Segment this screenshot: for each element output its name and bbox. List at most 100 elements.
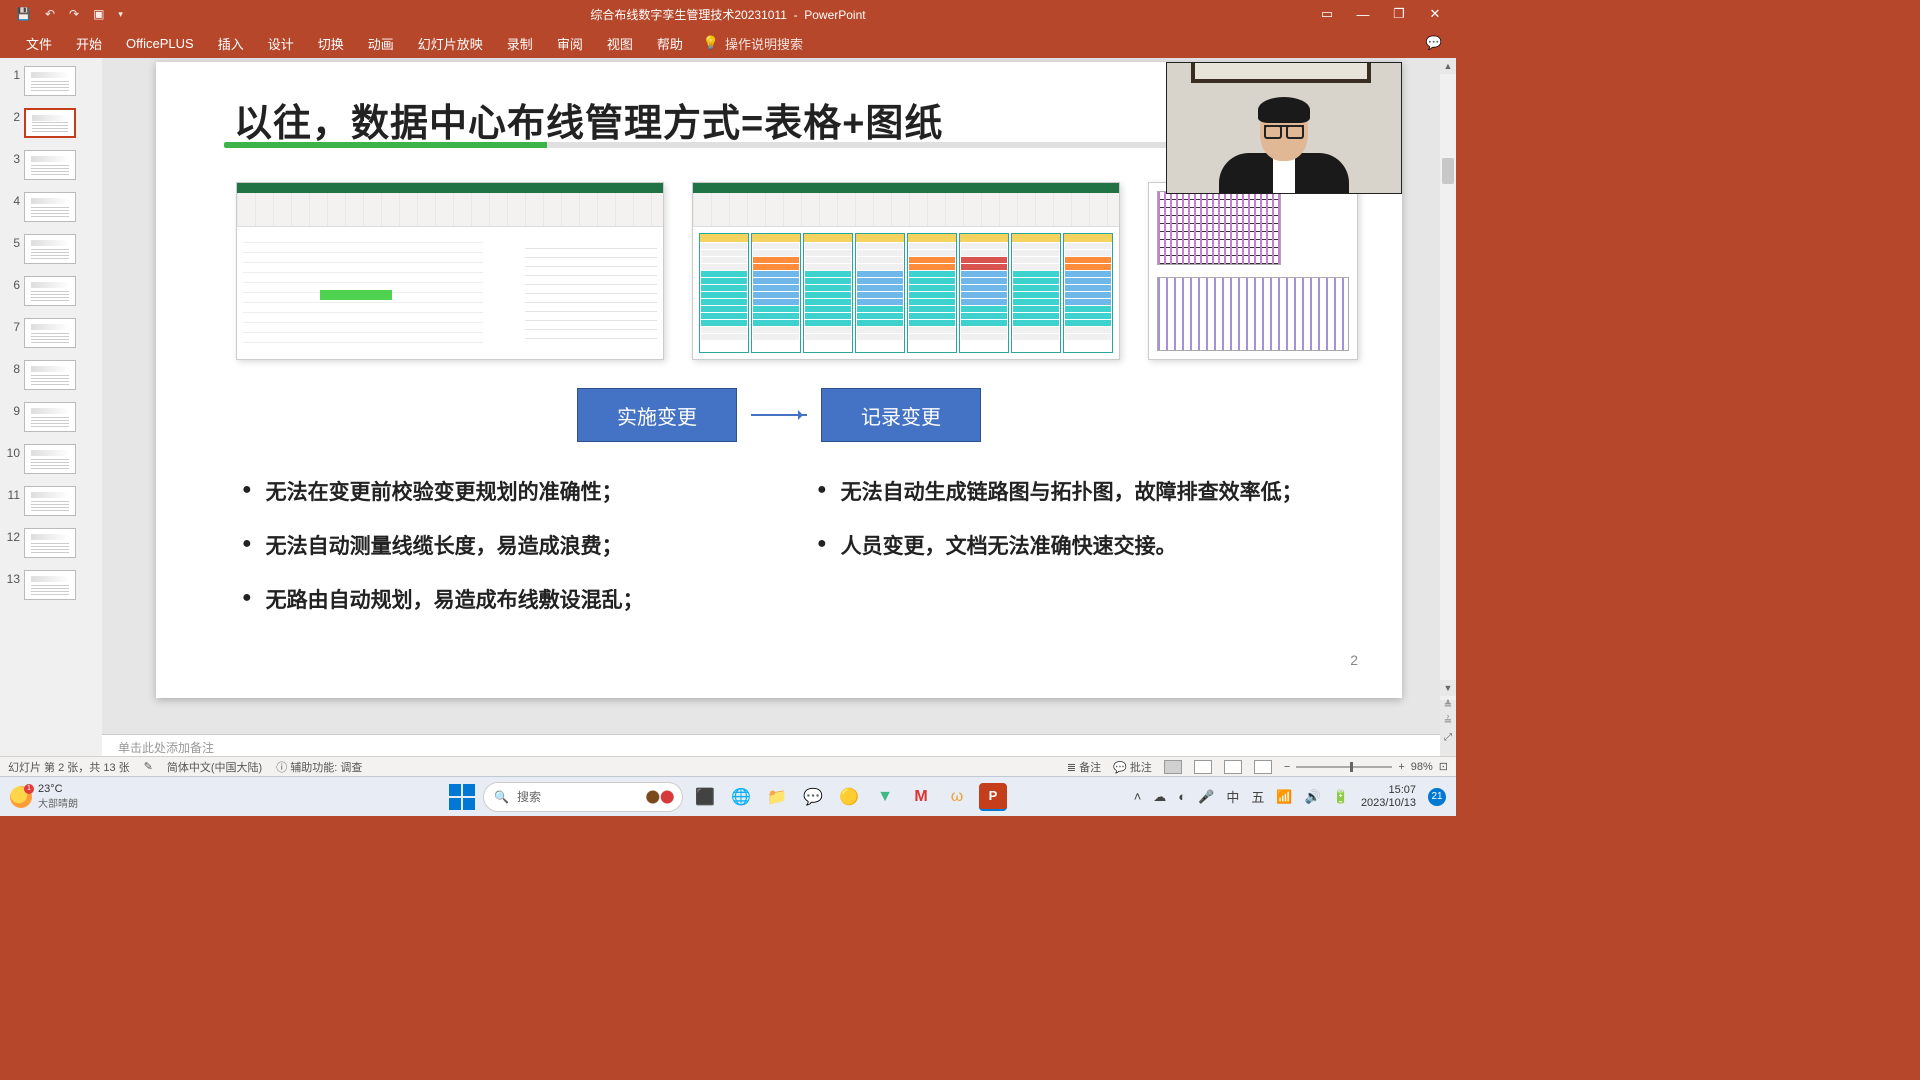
tab-file[interactable]: 文件 [14,28,64,59]
powerpoint-icon[interactable]: P [979,783,1007,811]
zoom-in-button[interactable]: + [1398,761,1404,773]
save-icon[interactable]: 💾 [16,7,31,21]
scroll-thumb[interactable] [1442,158,1454,184]
wechat-icon[interactable]: 💬 [799,783,827,811]
next-slide-icon[interactable]: ≟ [1440,716,1456,732]
status-accessibility[interactable]: ⓘ 辅助功能: 调查 [276,759,362,775]
sorter-view-button[interactable] [1194,760,1212,774]
tab-record[interactable]: 录制 [495,28,545,59]
thumbnail-slide-3[interactable]: 3 [0,148,102,190]
thumbnail-slide-13[interactable]: 13 [0,568,102,610]
thumb-number: 10 [4,444,24,460]
tray-chevron-icon[interactable]: ˄ [1134,789,1142,804]
prev-slide-icon[interactable]: ≜ [1440,700,1456,716]
tab-review[interactable]: 审阅 [545,28,595,59]
comments-pane-icon[interactable]: 💬 [1426,35,1442,51]
tab-home[interactable]: 开始 [64,28,114,59]
minimize-button[interactable]: — [1348,7,1378,22]
vertical-scrollbar[interactable]: ▲ ▼ ≜ ≟ ⤢ [1440,58,1456,756]
flow-box-record[interactable]: 记录变更 [821,388,981,442]
thumbnail-slide-11[interactable]: 11 [0,484,102,526]
normal-view-button[interactable] [1164,760,1182,774]
bullets-right: 无法自动生成链路图与拓扑图，故障排查效率低； 人员变更，文档无法准确快速交接。 [817,476,1342,638]
slide-title[interactable]: 以往，数据中心布线管理方式=表格+图纸 [234,92,943,147]
slide[interactable]: 以往，数据中心布线管理方式=表格+图纸 实 [156,62,1402,698]
slideshow-from-start-icon[interactable]: ▣ [93,7,104,21]
zoom-level[interactable]: 98% [1411,761,1433,773]
explorer-icon[interactable]: 📁 [763,783,791,811]
spellcheck-icon[interactable]: ✎ [144,760,153,773]
tab-design[interactable]: 设计 [256,28,306,59]
notes-pane[interactable]: 单击此处添加备注 [102,734,1456,756]
chrome-icon[interactable]: 🟡 [835,783,863,811]
weather-desc: 大部晴朗 [38,795,78,810]
fit-window-button[interactable]: ⊡ [1439,760,1448,773]
microphone-icon[interactable]: 🎤 [1198,789,1214,805]
tab-slideshow[interactable]: 幻灯片放映 [406,28,495,59]
tab-insert[interactable]: 插入 [206,28,256,59]
taskbar-search[interactable]: 🔍 搜索 [483,782,683,812]
maximize-button[interactable]: ❐ [1384,6,1414,22]
slideshow-view-button[interactable] [1254,760,1272,774]
tell-me-search[interactable]: 💡 操作说明搜索 [703,34,803,53]
slide-thumbnails-pane[interactable]: 12345678910111213 [0,58,102,756]
qat-more-icon[interactable]: ▾ [118,9,123,20]
battery-icon[interactable]: 🔋 [1333,789,1349,805]
tab-view[interactable]: 视图 [595,28,645,59]
taskbar-clock[interactable]: 15:07 2023/10/13 [1361,784,1416,808]
webcam-overlay[interactable] [1166,62,1402,194]
wifi-icon[interactable]: 📶 [1276,789,1292,805]
reading-view-button[interactable] [1224,760,1242,774]
status-language[interactable]: 简体中文(中国大陆) [167,759,262,775]
excel-racks-screenshot[interactable] [692,182,1120,360]
thumbnail-slide-10[interactable]: 10 [0,442,102,484]
notification-badge[interactable]: 21 [1428,788,1446,806]
close-button[interactable]: ✕ [1420,6,1450,22]
thumbnail-slide-7[interactable]: 7 [0,316,102,358]
thumbnail-slide-5[interactable]: 5 [0,232,102,274]
undo-icon[interactable]: ↶ [45,7,55,21]
slide-page-number: 2 [1350,652,1358,668]
notes-button[interactable]: ≣ 备注 [1067,759,1101,775]
start-button[interactable] [449,784,475,810]
fit-icon[interactable]: ⤢ [1440,732,1456,748]
app-w-icon[interactable]: ω [943,783,971,811]
taskview-icon[interactable]: ⬛ [691,783,719,811]
excel-table-screenshot[interactable] [236,182,664,360]
app-m-icon[interactable]: M [907,783,935,811]
ime-layout-icon[interactable]: 五 [1251,787,1264,806]
onedrive-icon[interactable]: ☁ [1153,789,1166,805]
slide-canvas[interactable]: 以往，数据中心布线管理方式=表格+图纸 实 [102,58,1456,734]
thumbnail-slide-8[interactable]: 8 [0,358,102,400]
zoom-slider[interactable] [1296,766,1392,768]
ime-mode-icon[interactable]: 中 [1226,787,1239,806]
tab-help[interactable]: 帮助 [645,28,695,59]
tray-app-icon[interactable]: ◐ [1178,789,1186,804]
flow-row: 实施变更 记录变更 [577,388,981,442]
volume-icon[interactable]: 🔊 [1305,789,1321,805]
taskbar-weather[interactable]: 1 23°C 大部晴朗 [0,783,78,810]
comments-button[interactable]: 💬 批注 [1113,759,1152,775]
bullets-left: 无法在变更前校验变更规划的准确性； 无法自动测量线缆长度，易造成浪费； 无路由自… [242,476,767,638]
thumbnail-slide-12[interactable]: 12 [0,526,102,568]
thumbnail-slide-6[interactable]: 6 [0,274,102,316]
edge-icon[interactable]: 🌐 [727,783,755,811]
scroll-down-icon[interactable]: ▼ [1440,680,1456,696]
scroll-up-icon[interactable]: ▲ [1440,58,1456,74]
cad-floorplan-screenshot[interactable] [1148,182,1358,360]
thumbnail-slide-4[interactable]: 4 [0,190,102,232]
tab-officeplus[interactable]: OfficePLUS [114,30,206,57]
thumbnail-slide-1[interactable]: 1 [0,64,102,106]
redo-icon[interactable]: ↷ [69,7,79,21]
bullets-area[interactable]: 无法在变更前校验变更规划的准确性； 无法自动测量线缆长度，易造成浪费； 无路由自… [242,476,1342,638]
tab-animation[interactable]: 动画 [356,28,406,59]
thumbnail-slide-9[interactable]: 9 [0,400,102,442]
screenshot-row [236,182,1358,360]
status-slide-info[interactable]: 幻灯片 第 2 张，共 13 张 [8,759,130,775]
flow-box-implement[interactable]: 实施变更 [577,388,737,442]
tab-transition[interactable]: 切换 [306,28,356,59]
zoom-out-button[interactable]: − [1284,761,1290,773]
ribbon-display-icon[interactable]: ▭ [1312,6,1342,22]
thumbnail-slide-2[interactable]: 2 [0,106,102,148]
vue-icon[interactable]: ▼ [871,783,899,811]
